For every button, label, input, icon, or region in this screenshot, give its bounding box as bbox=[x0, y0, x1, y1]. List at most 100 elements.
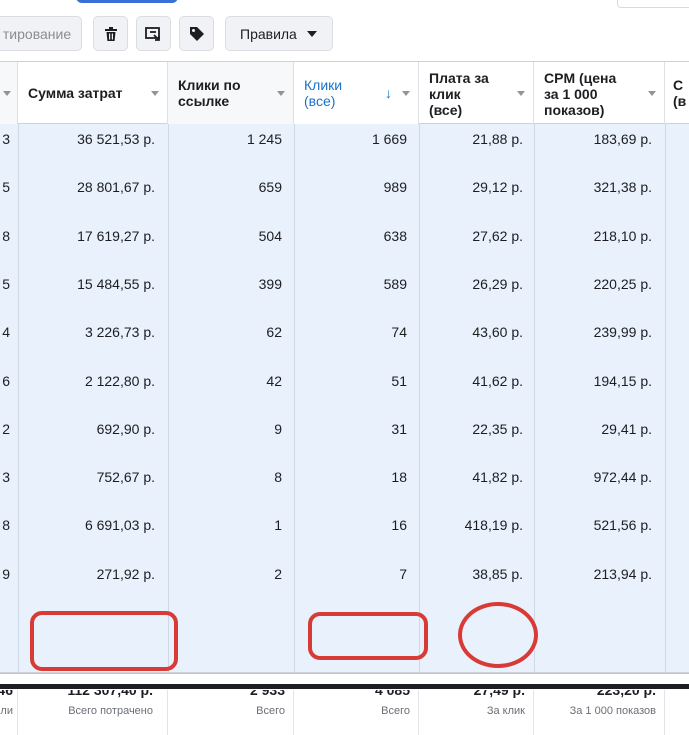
table-cell-cpm: 183,69 р. bbox=[593, 131, 652, 147]
table-cell-link-clicks: 399 bbox=[258, 275, 282, 292]
table-cell-cpm: 521,56 р. bbox=[593, 517, 652, 534]
column-menu-icon[interactable] bbox=[402, 91, 410, 96]
table-row[interactable]: 3 752,67 р. 8 18 41,82 р. 972,44 р. bbox=[0, 462, 689, 510]
table-cell-link-clicks: 42 bbox=[266, 372, 282, 389]
table-cell-clicks-all: 7 bbox=[399, 565, 407, 582]
table-cell-spend: 2 122,80 р. bbox=[84, 372, 155, 389]
table-cell-link-clicks: 1 245 bbox=[246, 131, 282, 147]
table-cell-spend: 692,90 р. bbox=[96, 420, 155, 437]
total-caption: ли bbox=[0, 705, 13, 717]
column-header-clicks-all[interactable]: Клики (все) ↓ bbox=[294, 62, 419, 124]
trash-icon bbox=[104, 26, 117, 41]
table-cell-cut: 8 bbox=[2, 517, 10, 534]
table-row[interactable]: 5 28 801,67 р. 659 989 29,12 р. 321,38 р. bbox=[0, 172, 689, 220]
column-header-cpc-all[interactable]: Плата за клик (все) bbox=[419, 62, 534, 124]
column-header-label: CPM (цена за 1 000 показов) bbox=[544, 70, 617, 118]
toolbar: тирование Правила bbox=[0, 0, 689, 62]
ads-report-table: Сумма затрат Клики по ссылке Клики (все)… bbox=[0, 61, 689, 735]
table-cell-clicks-all: 51 bbox=[391, 372, 407, 389]
tag-icon bbox=[189, 26, 204, 41]
table-cell-cut: 5 bbox=[2, 179, 10, 196]
table-cell-cpc-all: 418,19 р. bbox=[464, 517, 523, 534]
column-header-ctr[interactable]: C (в bbox=[665, 62, 689, 124]
total-caption: Всего bbox=[256, 705, 285, 717]
table-cell-cut: 3 bbox=[2, 131, 10, 147]
table-row[interactable]: 9 271,92 р. 2 7 38,85 р. 213,94 р. bbox=[0, 559, 689, 607]
table-cell-cpm: 220,25 р. bbox=[593, 275, 652, 292]
table-row[interactable]: 8 6 691,03 р. 1 16 418,19 р. 521,56 р. bbox=[0, 510, 689, 558]
column-menu-icon[interactable] bbox=[648, 91, 656, 96]
table-cell-cpm: 213,94 р. bbox=[593, 565, 652, 582]
highlight-spend-total bbox=[30, 611, 178, 671]
table-cell-cut: 8 bbox=[2, 227, 10, 244]
table-cell-link-clicks: 659 bbox=[258, 179, 282, 196]
highlight-cpc-total bbox=[458, 602, 538, 668]
table-cell-cpc-all: 41,82 р. bbox=[472, 469, 523, 486]
column-header-label: Плата за клик (все) bbox=[429, 70, 489, 118]
table-cell-cpc-all: 38,85 р. bbox=[472, 565, 523, 582]
sort-descending-icon[interactable]: ↓ bbox=[385, 85, 392, 101]
table-row[interactable]: 4 3 226,73 р. 62 74 43,60 р. 239,99 р. bbox=[0, 317, 689, 365]
column-header-cut[interactable] bbox=[0, 62, 18, 124]
column-header-label: Клики по ссылке bbox=[178, 77, 241, 109]
total-caption: За клик bbox=[486, 705, 525, 717]
table-row[interactable]: 8 17 619,27 р. 504 638 27,62 р. 218,10 р. bbox=[0, 221, 689, 269]
top-right-control-edge[interactable] bbox=[617, 0, 689, 8]
column-menu-icon[interactable] bbox=[151, 91, 159, 96]
total-caption: За 1 000 показов bbox=[569, 705, 656, 717]
table-cell-link-clicks: 504 bbox=[258, 227, 282, 244]
table-cell-cpc-all: 22,35 р. bbox=[472, 420, 523, 437]
table-row[interactable]: 6 2 122,80 р. 42 51 41,62 р. 194,15 р. bbox=[0, 366, 689, 414]
column-menu-icon[interactable] bbox=[277, 91, 285, 96]
edit-button[interactable]: тирование bbox=[0, 16, 82, 51]
rules-dropdown-label: Правила bbox=[240, 25, 297, 42]
table-cell-clicks-all: 16 bbox=[391, 517, 407, 534]
table-cell-link-clicks: 2 bbox=[274, 565, 282, 582]
column-header-link-clicks[interactable]: Клики по ссылке bbox=[168, 62, 294, 124]
table-cell-spend: 28 801,67 р. bbox=[77, 179, 155, 196]
column-header-label: Клики (все) bbox=[304, 77, 343, 109]
table-cell-cut: 3 bbox=[2, 469, 10, 486]
rules-dropdown[interactable]: Правила bbox=[225, 16, 333, 51]
highlight-clicks-total bbox=[308, 612, 428, 660]
table-cell-cpc-all: 43,60 р. bbox=[472, 324, 523, 341]
chevron-down-icon bbox=[306, 30, 317, 37]
table-body: 3 36 521,53 р. 1 245 1 669 21,88 р. 183,69 р.… bbox=[0, 124, 689, 672]
table-cell-cpm: 194,15 р. bbox=[593, 372, 652, 389]
table-cell-spend: 6 691,03 р. bbox=[84, 517, 155, 534]
table-row[interactable]: 2 692,90 р. 9 31 22,35 р. 29,41 р. bbox=[0, 414, 689, 462]
table-cell-link-clicks: 62 bbox=[266, 324, 282, 341]
column-header-label: C (в bbox=[673, 77, 687, 109]
table-cell-spend: 271,92 р. bbox=[96, 565, 155, 582]
column-menu-icon[interactable] bbox=[3, 91, 11, 96]
table-cell-clicks-all: 31 bbox=[391, 420, 407, 437]
table-cell-link-clicks: 8 bbox=[274, 469, 282, 486]
total-caption: Всего bbox=[381, 705, 410, 717]
table-cell-cpm: 29,41 р. bbox=[601, 420, 652, 437]
table-cell-cpc-all: 41,62 р. bbox=[472, 372, 523, 389]
table-cell-link-clicks: 9 bbox=[274, 420, 282, 437]
bottom-edge bbox=[0, 684, 689, 689]
tag-button[interactable] bbox=[179, 16, 214, 51]
column-header-spend[interactable]: Сумма затрат bbox=[18, 62, 168, 124]
column-menu-icon[interactable] bbox=[517, 91, 525, 96]
table-header: Сумма затрат Клики по ссылке Клики (все)… bbox=[0, 61, 689, 124]
column-header-cpm[interactable]: CPM (цена за 1 000 показов) bbox=[534, 62, 665, 124]
primary-action-button-edge[interactable] bbox=[76, 0, 178, 3]
table-cell-clicks-all: 1 669 bbox=[371, 131, 407, 147]
table-cell-cpm: 239,99 р. bbox=[593, 324, 652, 341]
duplicate-icon bbox=[144, 26, 160, 41]
delete-button[interactable] bbox=[93, 16, 128, 51]
table-cell-link-clicks: 1 bbox=[274, 517, 282, 534]
column-header-label: Сумма затрат bbox=[28, 85, 123, 101]
table-cell-cut: 2 bbox=[2, 420, 10, 437]
table-cell-cut: 4 bbox=[2, 324, 10, 341]
table-cell-spend: 3 226,73 р. bbox=[84, 324, 155, 341]
table-cell-spend: 36 521,53 р. bbox=[77, 131, 155, 147]
table-row[interactable]: 3 36 521,53 р. 1 245 1 669 21,88 р. 183,69 р. bbox=[0, 124, 689, 172]
duplicate-button[interactable] bbox=[136, 16, 171, 51]
table-cell-cpc-all: 26,29 р. bbox=[472, 275, 523, 292]
table-row[interactable]: 5 15 484,55 р. 399 589 26,29 р. 220,25 р. bbox=[0, 269, 689, 317]
table-cell-spend: 17 619,27 р. bbox=[77, 227, 155, 244]
table-cell-clicks-all: 74 bbox=[391, 324, 407, 341]
